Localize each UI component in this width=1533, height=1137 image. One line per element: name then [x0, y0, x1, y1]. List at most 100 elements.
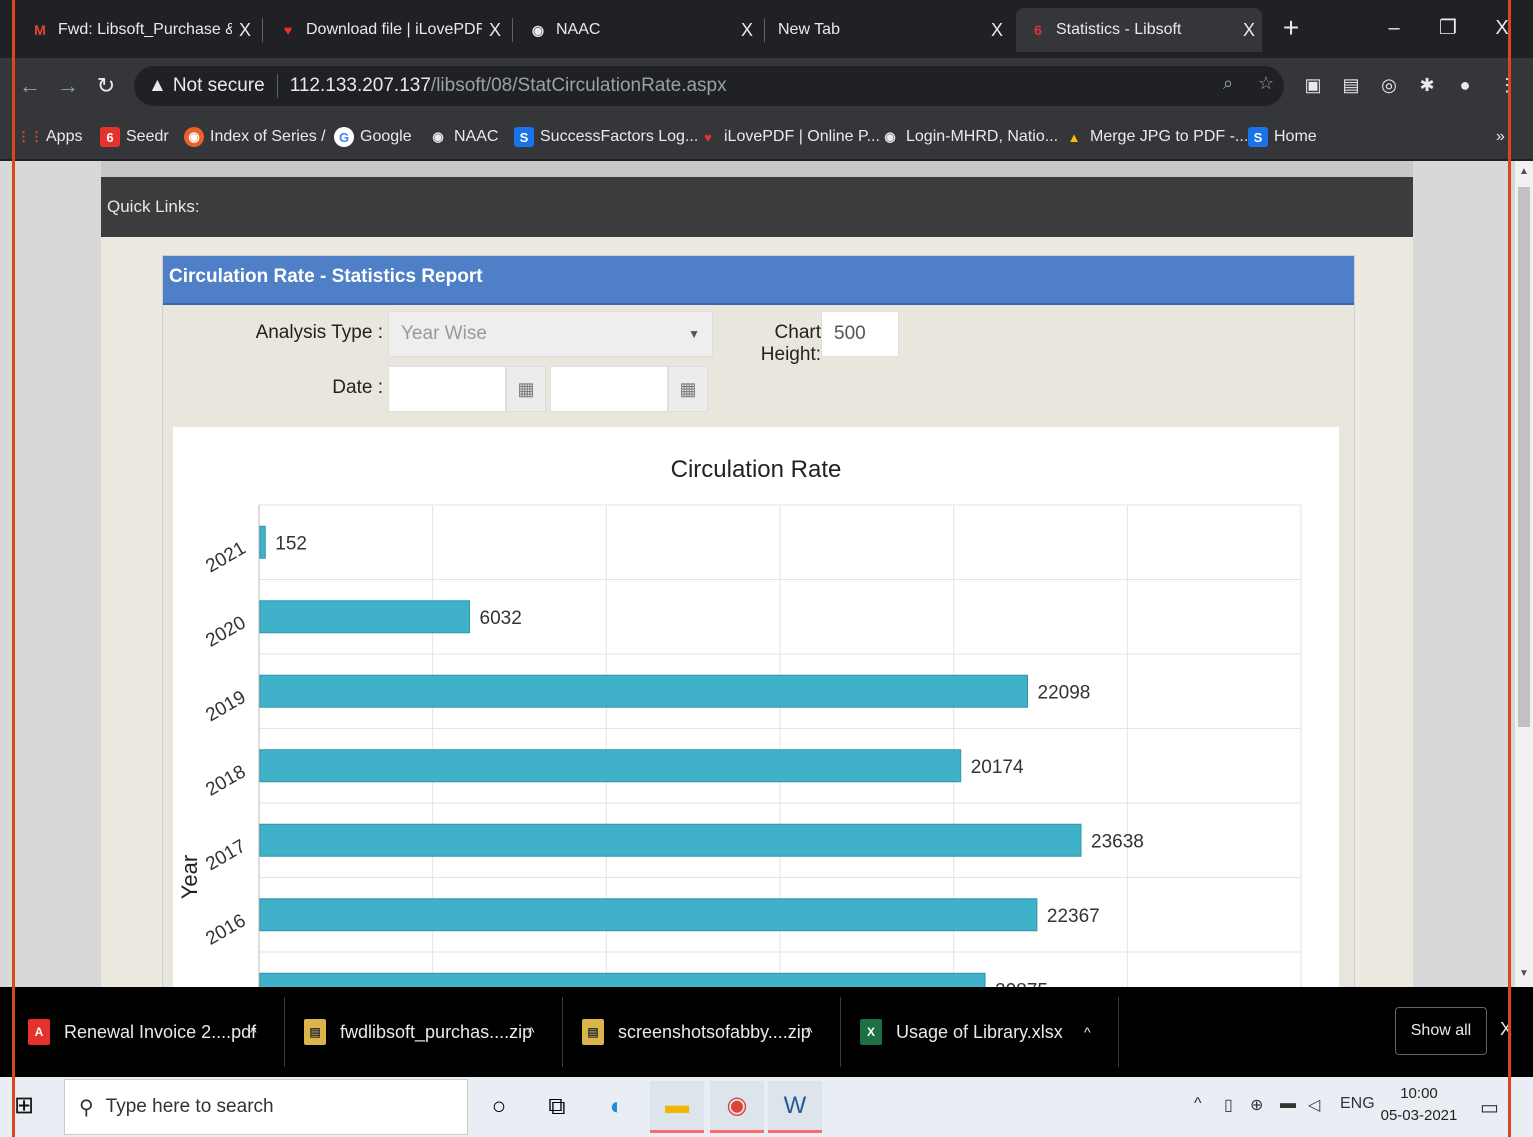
analysis-type-select[interactable]: Year Wise ▼	[388, 311, 713, 357]
bookmark-label: Apps	[46, 128, 83, 145]
tray-icon[interactable]: ▯	[1224, 1095, 1233, 1115]
url-host: 112.133.207.137	[289, 75, 431, 96]
scroll-up-icon[interactable]: ▲	[1515, 163, 1533, 181]
reload-button[interactable]: ↻	[90, 70, 122, 102]
tab-ilovepdf[interactable]: ♥ Download file | iLovePDF X	[266, 8, 508, 52]
page-scrollbar[interactable]: ▲ ▼	[1515, 161, 1533, 987]
close-window-button[interactable]: X	[1482, 8, 1522, 48]
tab-close-icon[interactable]: X	[984, 20, 1010, 41]
browser-toolbar: ← → ↻ ▲ Not secure 112.133.207.137 /libs…	[0, 58, 1533, 114]
profile-avatar-icon[interactable]: ●	[1452, 72, 1478, 98]
download-item[interactable]: ▤ fwdlibsoft_purchas....zip ^	[304, 1001, 554, 1063]
quick-links-bar: Quick Links:	[101, 177, 1413, 237]
tab-title: Fwd: Libsoft_Purchase & Re	[58, 21, 232, 38]
zoom-icon[interactable]: ⌕	[1216, 73, 1240, 97]
bookmark-successfactors[interactable]: S SuccessFactors Log...	[514, 124, 698, 150]
minimize-button[interactable]: –	[1374, 8, 1414, 48]
word-icon[interactable]: W	[768, 1081, 822, 1133]
tab-naac[interactable]: ◉ NAAC X	[516, 8, 760, 52]
edge-icon[interactable]: ◐	[590, 1081, 644, 1133]
data-label: 6032	[480, 608, 522, 629]
globe-icon: ◉	[432, 129, 444, 144]
ilovepdf-icon: ♥	[704, 129, 712, 145]
windows-start-icon[interactable]: ⊞	[14, 1091, 50, 1123]
volume-icon[interactable]: ◁	[1308, 1095, 1320, 1115]
tab-close-icon[interactable]: X	[232, 20, 258, 41]
download-item[interactable]: ▤ screenshotsofabby....zip ^	[582, 1001, 832, 1063]
chevron-up-icon[interactable]: ^	[528, 1024, 535, 1040]
download-separator	[284, 997, 285, 1067]
file-explorer-icon[interactable]: ▬	[650, 1081, 704, 1133]
battery-icon[interactable]: ▬	[1280, 1095, 1296, 1113]
tick-label: 2019	[202, 687, 249, 726]
taskbar-search[interactable]: ⚲ Type here to search	[64, 1079, 468, 1135]
tab-close-icon[interactable]: X	[734, 20, 760, 41]
back-button[interactable]: ←	[14, 70, 46, 102]
url-path: /libsoft/08/StatCirculationRate.aspx	[430, 75, 727, 96]
bookmark-ilovepdf[interactable]: ♥ iLovePDF | Online P...	[698, 124, 880, 150]
download-item[interactable]: A Renewal Invoice 2....pdf ^	[28, 1001, 278, 1063]
tab-close-icon[interactable]: X	[1236, 20, 1262, 41]
tab-close-icon[interactable]: X	[482, 20, 508, 41]
date-to-input[interactable]	[550, 366, 668, 412]
language-indicator[interactable]: ENG	[1340, 1095, 1375, 1113]
show-all-button[interactable]: Show all	[1395, 1007, 1487, 1055]
menu-kebab-icon[interactable]: ⋮	[1494, 72, 1520, 98]
download-filename: screenshotsofabby....zip	[618, 1021, 811, 1042]
bookmark-index-of-series[interactable]: ◉ Index of Series /	[184, 124, 326, 150]
clock[interactable]: 10:00 05-03-2021	[1374, 1083, 1464, 1127]
bookmark-seedr[interactable]: 6 Seedr	[100, 124, 169, 150]
bookmark-star-icon[interactable]: ☆	[1254, 73, 1278, 97]
bookmark-label: iLovePDF | Online P...	[724, 128, 880, 145]
chart-svg: Circulation Rate Year 152 2021 6032 2020 22098…	[177, 456, 1302, 987]
restore-button[interactable]: ❐	[1428, 8, 1468, 48]
bookmark-google[interactable]: G Google	[334, 124, 412, 150]
tab-title: Statistics - Libsoft	[1056, 21, 1182, 38]
globe-icon: ◉	[531, 21, 545, 38]
scrollbar-thumb[interactable]	[1518, 187, 1530, 727]
chart-height-input[interactable]: 500	[821, 311, 899, 357]
bookmarks-overflow-button[interactable]: »	[1496, 124, 1505, 150]
bookmark-label: Home	[1274, 128, 1317, 145]
data-label: 20174	[971, 757, 1024, 778]
calendar-icon[interactable]: ▦	[668, 366, 708, 412]
extension-icon[interactable]: ▤	[1338, 72, 1364, 98]
tab-gmail[interactable]: M Fwd: Libsoft_Purchase & Re X	[18, 8, 258, 52]
bookmark-login-mhrd[interactable]: ◉ Login-MHRD, Natio...	[880, 124, 1058, 150]
bookmark-naac[interactable]: ◉ NAAC	[428, 124, 498, 150]
chrome-icon[interactable]: ◉	[710, 1081, 764, 1133]
bookmark-home[interactable]: S Home	[1248, 124, 1317, 150]
chevron-up-icon[interactable]: ^	[806, 1024, 813, 1040]
google-icon: G	[334, 127, 354, 147]
data-label: 20875	[995, 980, 1048, 987]
forward-button[interactable]: →	[52, 70, 84, 102]
tab-statistics[interactable]: 6 Statistics - Libsoft X	[1016, 8, 1262, 52]
extension-icon[interactable]: ◎	[1376, 72, 1402, 98]
bookmark-label: Seedr	[126, 128, 169, 145]
network-icon[interactable]: ⊕	[1250, 1095, 1263, 1115]
task-view-icon[interactable]: ⧉	[530, 1081, 584, 1133]
download-item[interactable]: X Usage of Library.xlsx ^	[860, 1001, 1110, 1063]
extension-icon[interactable]: ▣	[1300, 72, 1326, 98]
bookmark-apps[interactable]: ⋮⋮ Apps	[17, 124, 83, 150]
tab-title: NAAC	[556, 21, 601, 38]
address-bar[interactable]: ▲ Not secure 112.133.207.137 /libsoft/08…	[134, 66, 1284, 106]
tab-new-tab[interactable]: New Tab X	[766, 8, 1010, 52]
chevron-up-icon[interactable]: ^	[250, 1024, 257, 1040]
chevron-up-icon[interactable]: ^	[1084, 1024, 1091, 1040]
data-label: 152	[275, 533, 307, 554]
libsoft-icon: 6	[1034, 22, 1042, 38]
calendar-icon[interactable]: ▦	[506, 366, 546, 412]
date-from-input[interactable]	[388, 366, 506, 412]
download-filename: fwdlibsoft_purchas....zip	[340, 1021, 533, 1042]
sf-icon: S	[514, 127, 534, 147]
bookmark-merge-jpg[interactable]: ▲ Merge JPG to PDF -...	[1064, 124, 1249, 150]
chevron-up-icon[interactable]: ^	[1194, 1095, 1202, 1113]
new-tab-button[interactable]: +	[1276, 14, 1306, 44]
scroll-down-icon[interactable]: ▼	[1515, 965, 1533, 983]
extensions-puzzle-icon[interactable]: ✱	[1414, 72, 1440, 98]
sf-icon: S	[1248, 127, 1268, 147]
tab-title: Download file | iLovePDF	[306, 21, 482, 38]
notifications-icon[interactable]: ▭	[1480, 1095, 1499, 1120]
cortana-icon[interactable]: ○	[472, 1081, 526, 1133]
